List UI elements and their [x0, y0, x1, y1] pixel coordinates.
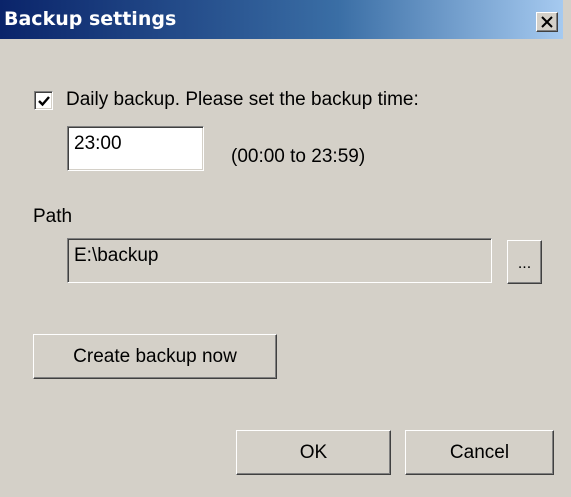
daily-backup-checkbox[interactable]: [34, 91, 53, 110]
time-range-hint: (00:00 to 23:59): [231, 146, 366, 167]
path-field[interactable]: E:\backup: [67, 238, 492, 283]
ok-button[interactable]: OK: [236, 430, 391, 475]
close-icon: [541, 16, 553, 28]
title-bar[interactable]: Backup settings: [0, 0, 563, 39]
browse-button[interactable]: ...: [507, 240, 542, 284]
daily-backup-label: Daily backup. Please set the backup time…: [66, 89, 419, 110]
backup-time-input[interactable]: 23:00: [67, 126, 204, 171]
cancel-button[interactable]: Cancel: [405, 430, 554, 475]
create-backup-now-button[interactable]: Create backup now: [33, 334, 277, 379]
backup-settings-dialog: Backup settings Daily backup. Please set…: [0, 0, 571, 497]
checkmark-icon: [38, 96, 50, 107]
window-title: Backup settings: [4, 8, 177, 30]
close-button[interactable]: [536, 12, 558, 32]
path-label: Path: [33, 206, 73, 227]
